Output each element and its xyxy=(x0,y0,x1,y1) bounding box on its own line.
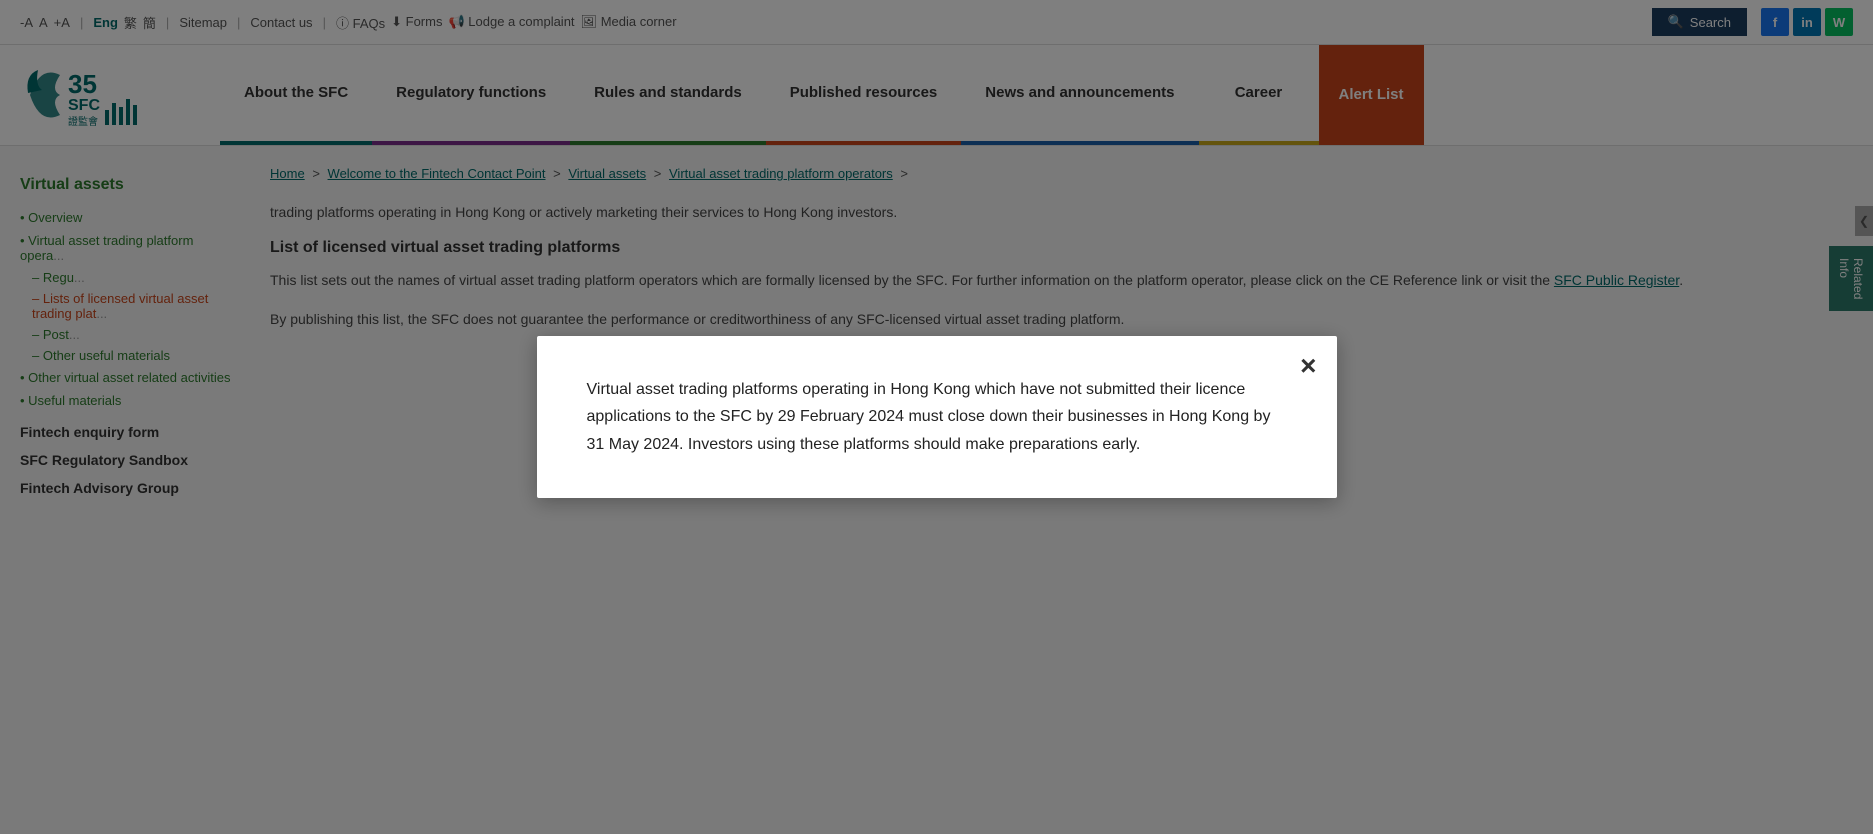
modal-dialog: × Virtual asset trading platforms operat… xyxy=(537,336,1337,498)
modal-overlay[interactable]: × Virtual asset trading platforms operat… xyxy=(0,0,1873,834)
modal-text: Virtual asset trading platforms operatin… xyxy=(587,376,1287,458)
modal-close-button[interactable]: × xyxy=(1300,352,1316,380)
